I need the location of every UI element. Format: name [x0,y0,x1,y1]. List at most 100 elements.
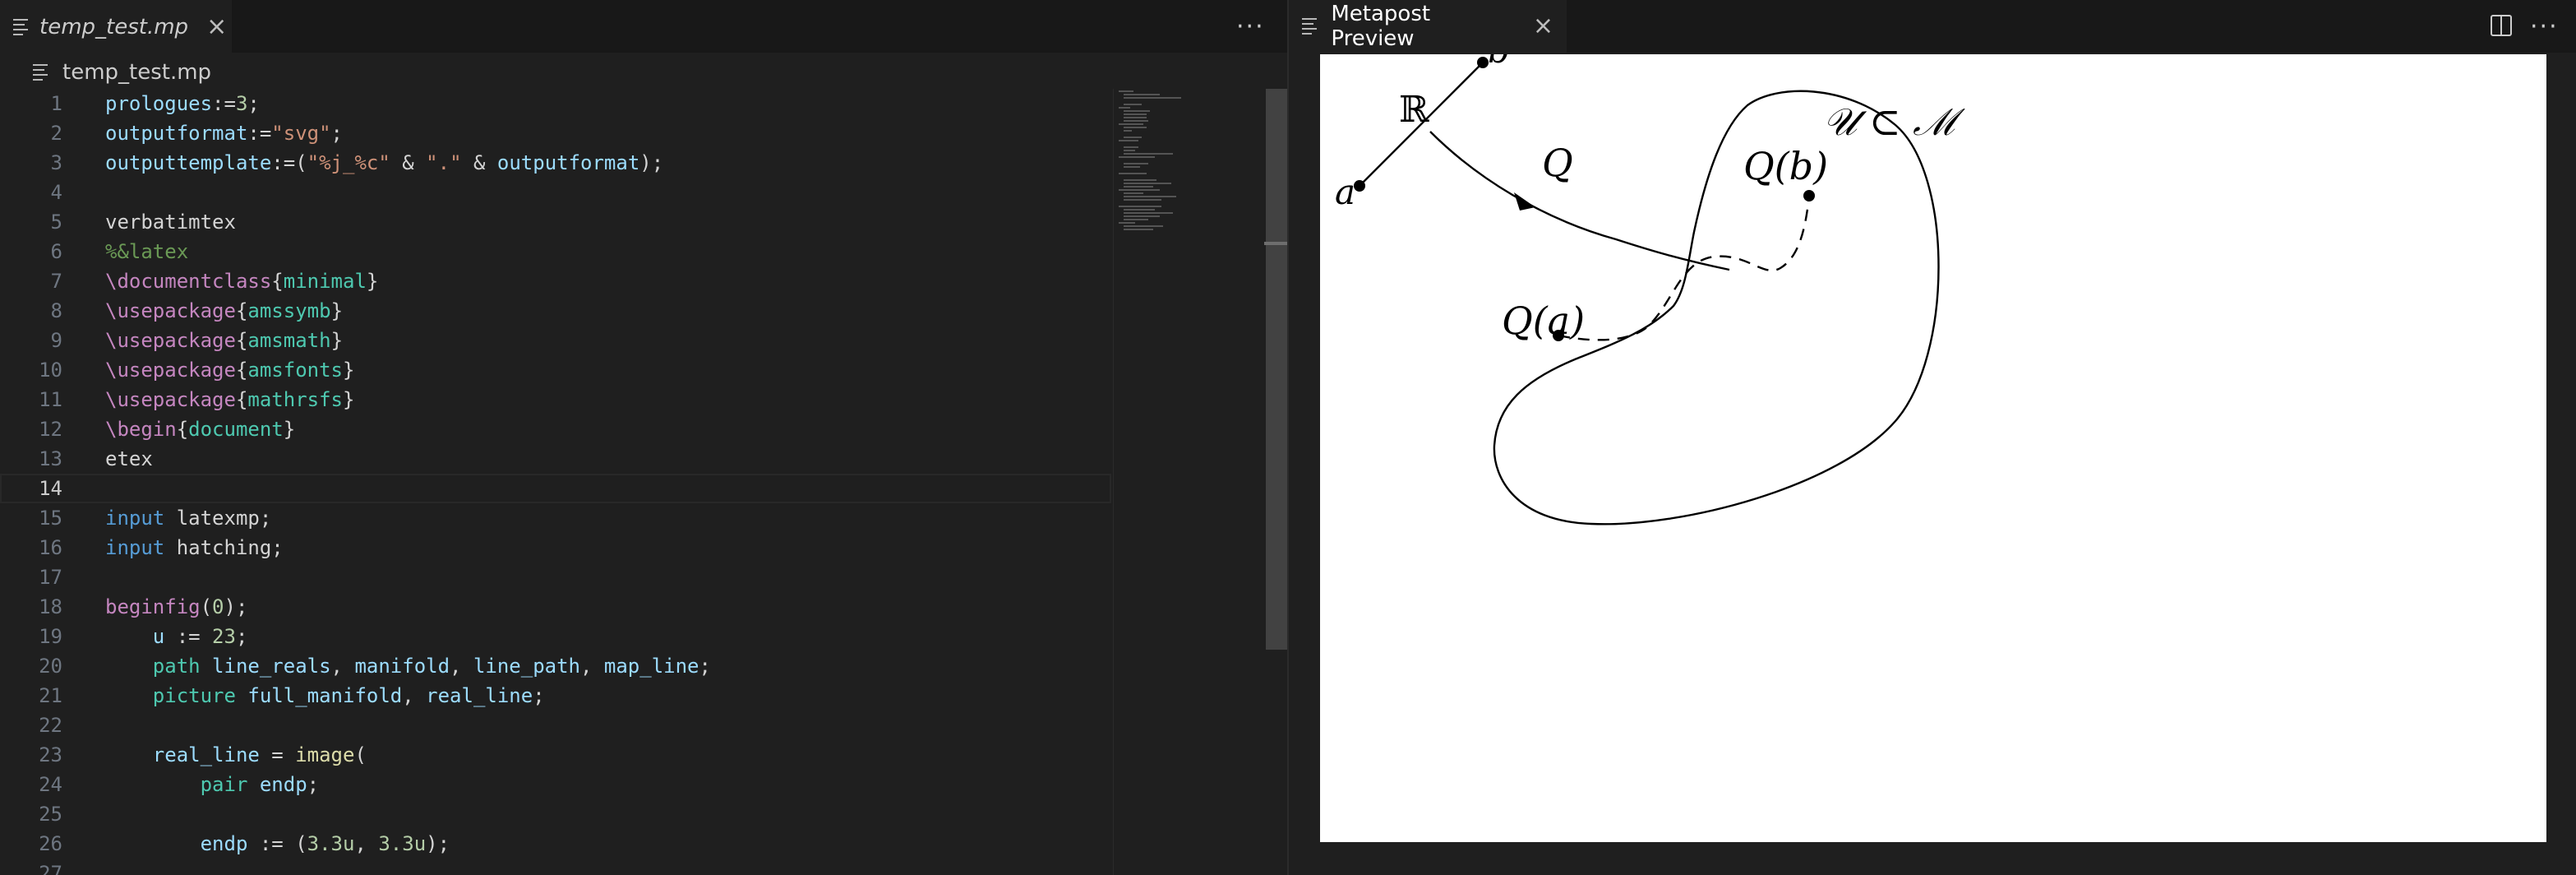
minimap-line [1119,90,1133,92]
code-line[interactable]: 24 pair endp; [0,770,1111,799]
scrollbar-thumb[interactable] [1266,89,1287,650]
code-line[interactable]: 18 beginfig(0); [0,592,1111,622]
vertical-scrollbar[interactable] [1264,89,1287,875]
line-number: 16 [39,536,62,559]
code-line[interactable]: 13 etex [0,444,1111,474]
code-line[interactable]: 8 \usepackage{amssymb} [0,296,1111,326]
line-number: 7 [50,270,62,293]
code-line[interactable]: 6 %&latex [0,237,1111,266]
minimap-line [1124,179,1156,181]
minimap-line [1124,163,1148,164]
code-token: "svg" [271,122,331,145]
code-text: verbatimtex [105,211,236,234]
code-token: & [390,151,427,174]
code-line[interactable]: 23 real_line = image( [0,740,1111,770]
code-text: \usepackage{mathrsfs} [105,388,354,411]
minimap-line [1124,120,1148,122]
tab-metapost-preview[interactable]: Metapost Preview × [1289,0,1567,53]
code-token: , [450,655,473,678]
line-number: 19 [39,625,62,648]
minimap-line [1124,209,1155,211]
close-icon[interactable]: × [1533,14,1553,39]
code-token: ; [330,122,343,145]
code-line[interactable]: 12 \begin{document} [0,414,1111,444]
code-token: real_line [426,684,533,707]
code-token: \usepackage [105,359,236,382]
code-text: picture full_manifold, real_line; [105,684,545,707]
code-line[interactable]: 20 path line_reals, manifold, line_path,… [0,651,1111,681]
code-token: real_line [152,743,260,766]
tab-title: Metapost Preview [1331,2,1431,51]
code-line[interactable]: 25 [0,799,1111,829]
code-line[interactable]: 27 [0,859,1111,875]
minimap-line [1124,215,1160,217]
code-token: 3.3u [307,832,355,855]
code-token: input [105,536,165,559]
file-lines-icon [13,18,28,36]
code-line[interactable]: 16 input hatching; [0,533,1111,562]
code-token: hatching; [164,536,284,559]
label-b: b [1488,54,1510,71]
line-number: 2 [50,122,62,145]
code-text: prologues:=3; [105,92,260,115]
line-number: 5 [50,211,62,234]
code-token: outputformat [105,122,248,145]
tab-temp-test-mp[interactable]: temp_test.mp × [0,0,232,53]
close-icon[interactable]: × [206,15,227,39]
code-text: pair endp; [105,773,320,796]
code-line[interactable]: 26 endp := (3.3u, 3.3u); [0,829,1111,859]
code-token: map_line [603,655,699,678]
code-line[interactable]: 21 picture full_manifold, real_line; [0,681,1111,711]
code-token: , [580,655,604,678]
more-actions-icon[interactable]: ··· [2530,0,2559,53]
code-line[interactable]: 7 \documentclass{minimal} [0,266,1111,296]
breadcrumb-file[interactable]: temp_test.mp [62,60,211,85]
code-token: 0 [212,595,224,618]
code-token: line_reals [212,655,331,678]
scrollbar-cursor-marker [1264,242,1287,245]
code-token: ; [235,625,248,648]
code-line[interactable]: 17 [0,562,1111,592]
line-number: 18 [39,595,62,618]
code-token: endp [259,773,307,796]
code-editor[interactable]: 1 prologues:=3; 2 outputformat := "svg"; 3 outp… [0,89,1111,875]
minimap-line [1124,183,1171,184]
code-line[interactable]: 15 input latexmp; [0,503,1111,533]
line-number: 21 [39,684,62,707]
minimap-line [1124,113,1147,115]
minimap-line [1119,140,1138,141]
code-line[interactable]: 9 \usepackage{amsmath} [0,326,1111,355]
minimap-line [1124,150,1135,151]
code-line[interactable]: 4 [0,178,1111,207]
code-token: , [330,655,355,678]
more-actions-icon[interactable]: ··· [1236,0,1265,53]
code-line[interactable]: 1 prologues:=3; [0,89,1111,118]
minimap-line [1119,156,1155,158]
code-line[interactable]: 3 outputtemplate:=("%j_%c" & "." & output… [0,148,1111,178]
code-token: := [164,625,213,648]
code-line[interactable]: 19 u := 23; [0,622,1111,651]
code-line[interactable]: 11 \usepackage{mathrsfs} [0,385,1111,414]
code-line[interactable]: 10 \usepackage{amsfonts} [0,355,1111,385]
minimap-line [1124,219,1148,220]
map-curve-q [1429,131,1730,271]
code-line[interactable]: 2 outputformat:="svg"; [0,118,1111,148]
code-line[interactable]: 5 verbatimtex [0,207,1111,237]
minimap-line [1119,173,1147,174]
code-line[interactable]: 14 [0,474,1111,503]
minimap-line [1124,104,1142,105]
breadcrumb: temp_test.mp [0,53,1287,92]
line-number: 6 [50,240,62,263]
line-number: 1 [50,92,62,115]
minimap[interactable] [1113,89,1263,875]
split-editor-icon[interactable] [2491,15,2512,36]
code-line[interactable]: 22 [0,711,1111,740]
line-number: 23 [39,743,62,766]
label-q-of-a: Q(a) [1502,299,1585,343]
minimap-line [1124,212,1173,214]
point-q-b [1803,190,1815,201]
label-q-of-b: Q(b) [1743,144,1828,188]
